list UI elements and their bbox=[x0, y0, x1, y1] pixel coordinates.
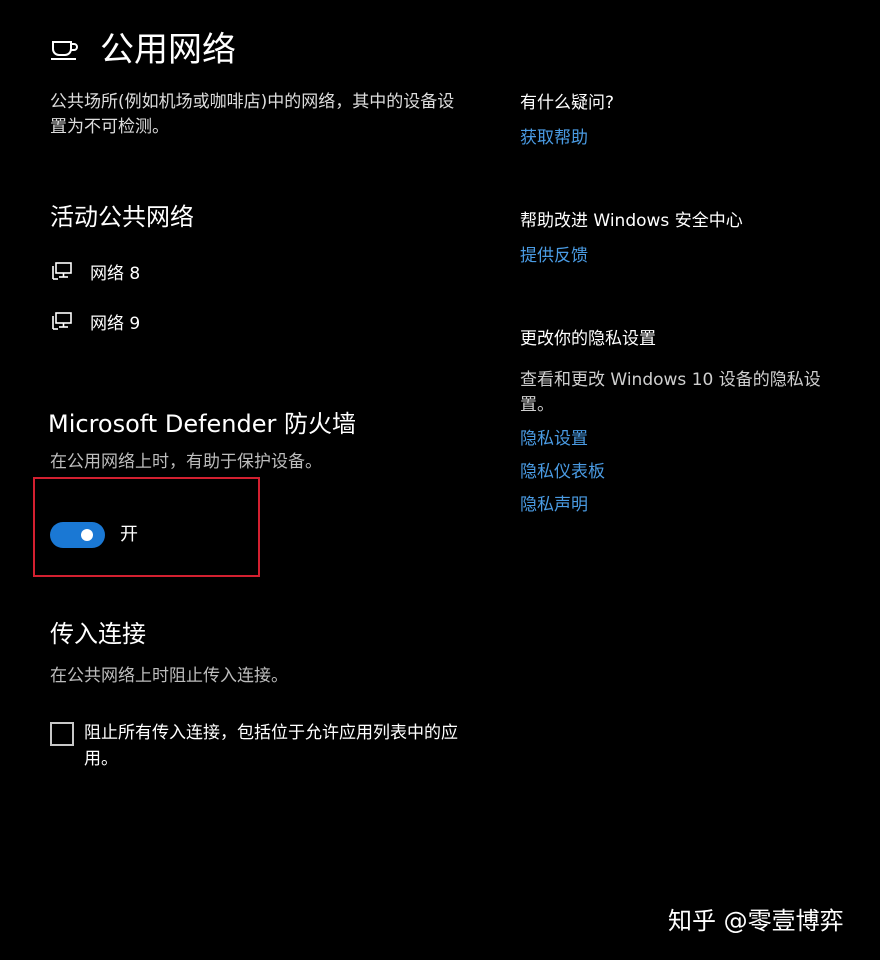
firewall-toggle-label: 开 bbox=[120, 524, 138, 545]
privacy-dashboard-link[interactable]: 隐私仪表板 bbox=[520, 460, 605, 485]
incoming-description: 在公共网络上时阻止传入连接。 bbox=[50, 666, 288, 686]
network-item: 网络 8 bbox=[52, 258, 140, 284]
active-networks-title: 活动公共网络 bbox=[50, 203, 194, 231]
page-title: 公用网络 bbox=[100, 30, 236, 70]
page-description: 公共场所(例如机场或咖啡店)中的网络，其中的设备设置为不可检测。 bbox=[50, 92, 455, 137]
help-heading: 有什么疑问? bbox=[520, 93, 615, 113]
privacy-settings-link[interactable]: 隐私设置 bbox=[520, 427, 588, 452]
firewall-description: 在公用网络上时，有助于保护设备。 bbox=[50, 452, 322, 472]
network-label: 网络 9 bbox=[90, 313, 141, 334]
firewall-title: Microsoft Defender 防火墙 bbox=[48, 410, 357, 438]
network-label: 网络 8 bbox=[90, 263, 141, 284]
toggle-knob bbox=[81, 529, 93, 541]
watermark: 知乎 @零壹博弈 bbox=[668, 907, 844, 935]
incoming-title: 传入连接 bbox=[50, 620, 146, 648]
network-monitor-icon bbox=[52, 262, 72, 280]
network-item: 网络 9 bbox=[52, 308, 140, 334]
block-incoming-checkbox[interactable] bbox=[50, 722, 74, 746]
coffee-cup-icon bbox=[51, 41, 78, 60]
block-incoming-label[interactable]: 阻止所有传入连接，包括位于允许应用列表中的应用。 bbox=[84, 720, 484, 772]
feedback-heading: 帮助改进 Windows 安全中心 bbox=[520, 211, 743, 231]
firewall-toggle[interactable] bbox=[50, 522, 105, 548]
privacy-statement-link[interactable]: 隐私声明 bbox=[520, 493, 588, 518]
give-feedback-link[interactable]: 提供反馈 bbox=[520, 244, 588, 269]
network-monitor-icon bbox=[52, 312, 72, 330]
privacy-heading: 更改你的隐私设置 bbox=[520, 329, 656, 349]
get-help-link[interactable]: 获取帮助 bbox=[520, 126, 588, 151]
privacy-description: 查看和更改 Windows 10 设备的隐私设置。 bbox=[520, 370, 821, 415]
